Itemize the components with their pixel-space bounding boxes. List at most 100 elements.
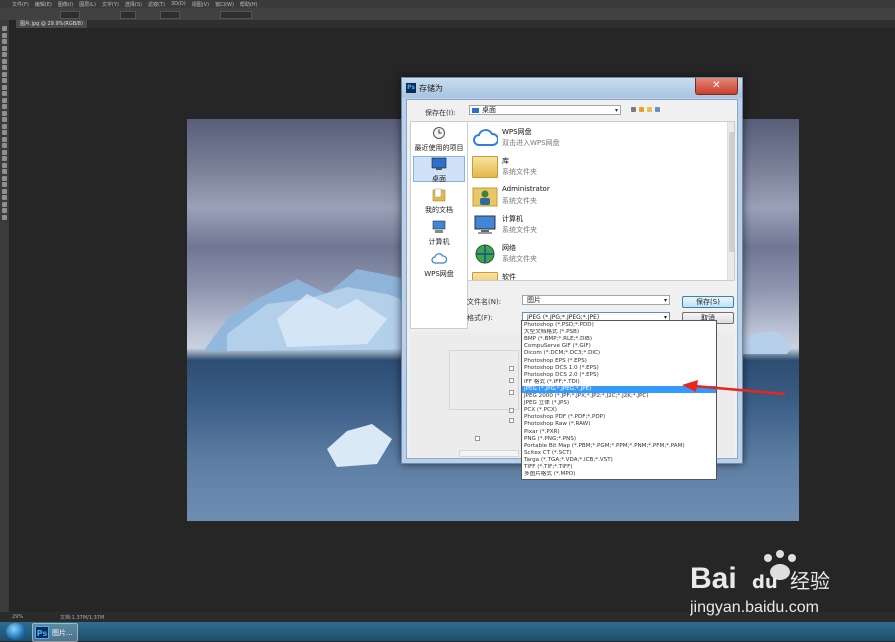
format-option[interactable]: Photoshop PDF (*.PDF;*.PDP) <box>522 414 716 421</box>
tool-icon[interactable] <box>2 78 7 83</box>
file-list[interactable]: WPS网盘 双击进入WPS网盘 库 系统文件夹 Administrator 系统… <box>467 121 735 281</box>
format-option[interactable]: Pixar (*.PXR) <box>522 429 716 436</box>
place-recent[interactable]: 最近使用的项目 <box>413 126 465 153</box>
save-in-combobox[interactable]: 桌面 ▾ <box>469 105 621 115</box>
menu-item[interactable]: 文件(F) <box>12 1 29 8</box>
place-documents[interactable]: 我的文档 <box>413 188 465 215</box>
tool-icon[interactable] <box>2 84 7 90</box>
format-option[interactable]: Portable Bit Map (*.PBM;*.PGM;*.PPM;*.PN… <box>522 443 716 450</box>
format-option[interactable]: BMP (*.BMP;*.RLE;*.DIB) <box>522 336 716 343</box>
tool-icon[interactable] <box>2 214 7 220</box>
tool-icon[interactable] <box>2 117 7 122</box>
menu-item[interactable]: 窗口(W) <box>215 1 234 8</box>
dialog-titlebar[interactable]: Ps 存储为 ✕ <box>402 78 742 98</box>
option-checkbox[interactable] <box>509 408 514 413</box>
tool-icon[interactable] <box>2 169 7 174</box>
close-button[interactable]: ✕ <box>695 78 738 95</box>
tool-icon[interactable] <box>2 58 7 64</box>
format-option[interactable]: CompuServe GIF (*.GIF) <box>522 343 716 350</box>
filename-input[interactable]: 图片 ▾ <box>522 295 670 305</box>
format-option[interactable]: Dicom (*.DCM;*.DC3;*.DIC) <box>522 350 716 357</box>
file-item[interactable]: 库 系统文件夹 <box>470 153 728 182</box>
tool-icon[interactable] <box>2 65 7 70</box>
option-field[interactable] <box>160 11 180 19</box>
view-menu-icon[interactable] <box>655 107 660 112</box>
tool-icon[interactable] <box>2 182 7 187</box>
option-checkbox[interactable] <box>509 366 514 371</box>
options-field[interactable] <box>459 450 519 457</box>
format-option[interactable]: PCX (*.PCX) <box>522 407 716 414</box>
format-dropdown-list[interactable]: Photoshop (*.PSD;*.PDD) 大型文档格式 (*.PSB) BMP… <box>521 320 717 480</box>
save-button[interactable]: 保存(S) <box>682 296 734 308</box>
format-option[interactable]: Photoshop EPS (*.EPS) <box>522 358 716 365</box>
format-option[interactable]: JPEG 立体 (*.JPS) <box>522 400 716 407</box>
format-option[interactable]: PNG (*.PNG;*.PNS) <box>522 436 716 443</box>
taskbar-photoshop-button[interactable]: Ps 图片... <box>32 623 78 642</box>
tool-icon[interactable] <box>2 136 7 142</box>
tool-icon[interactable] <box>2 71 7 77</box>
tool-icon[interactable] <box>2 201 7 207</box>
document-tab[interactable]: 图片.jpg @ 29.9%(RGB/8) <box>16 20 87 28</box>
tool-icon[interactable] <box>2 52 7 57</box>
option-field[interactable] <box>60 11 80 19</box>
back-icon[interactable] <box>631 107 636 112</box>
new-folder-icon[interactable] <box>647 107 652 112</box>
file-item[interactable]: 软件 <box>470 269 728 280</box>
tool-icon[interactable] <box>2 130 7 135</box>
tool-icon[interactable] <box>2 97 7 103</box>
tool-icon[interactable] <box>2 188 7 194</box>
option-checkbox[interactable] <box>475 436 480 441</box>
tool-icon[interactable] <box>2 175 7 181</box>
tool-icon[interactable] <box>2 143 7 148</box>
tool-icon[interactable] <box>2 26 7 31</box>
format-option[interactable]: Photoshop DCS 1.0 (*.EPS) <box>522 365 716 372</box>
zoom-level[interactable]: 29% <box>12 614 23 620</box>
menu-item[interactable]: 3D(D) <box>171 1 186 7</box>
start-button[interactable] <box>6 623 26 640</box>
scrollbar[interactable] <box>727 122 734 280</box>
option-checkbox[interactable] <box>509 390 514 395</box>
chevron-down-icon[interactable]: ▾ <box>664 296 667 305</box>
format-option[interactable]: Targa (*.TGA;*.VDA;*.ICB;*.VST) <box>522 457 716 464</box>
tool-icon[interactable] <box>2 45 7 51</box>
format-option[interactable]: Photoshop DCS 2.0 (*.EPS) <box>522 372 716 379</box>
up-folder-icon[interactable] <box>639 107 644 112</box>
tool-icon[interactable] <box>2 162 7 168</box>
tool-icon[interactable] <box>2 208 7 213</box>
format-option[interactable]: 多图片格式 (*.MPO) <box>522 471 716 478</box>
format-option[interactable]: Photoshop Raw (*.RAW) <box>522 421 716 428</box>
menu-item[interactable]: 图层(L) <box>79 1 96 8</box>
format-option[interactable]: TIFF (*.TIF;*.TIFF) <box>522 464 716 471</box>
tool-icon[interactable] <box>2 39 7 44</box>
file-item[interactable]: 网络 系统文件夹 <box>470 240 728 269</box>
tool-icon[interactable] <box>2 32 7 38</box>
format-option[interactable]: 大型文档格式 (*.PSB) <box>522 329 716 336</box>
file-item[interactable]: WPS网盘 双击进入WPS网盘 <box>470 124 728 153</box>
menu-item[interactable]: 滤镜(T) <box>148 1 165 8</box>
place-computer[interactable]: 计算机 <box>413 220 465 247</box>
option-checkbox[interactable] <box>509 378 514 383</box>
place-desktop[interactable]: 桌面 <box>413 156 465 183</box>
tool-icon[interactable] <box>2 195 7 200</box>
file-item[interactable]: 计算机 系统文件夹 <box>470 211 728 240</box>
tool-icon[interactable] <box>2 149 7 155</box>
option-checkbox[interactable] <box>509 418 514 423</box>
place-wps-cloud[interactable]: WPS网盘 <box>413 252 465 279</box>
option-field[interactable] <box>120 11 136 19</box>
menu-item[interactable]: 文字(Y) <box>102 1 119 8</box>
menu-item[interactable]: 帮助(H) <box>240 1 258 8</box>
menu-item[interactable]: 图像(I) <box>58 1 73 8</box>
tool-icon[interactable] <box>2 91 7 96</box>
menu-item[interactable]: 编辑(E) <box>35 1 52 8</box>
tool-icon[interactable] <box>2 104 7 109</box>
tool-icon[interactable] <box>2 156 7 161</box>
format-option[interactable]: Photoshop (*.PSD;*.PDD) <box>522 322 716 329</box>
file-item[interactable]: Administrator 系统文件夹 <box>470 182 728 211</box>
menu-item[interactable]: 视图(V) <box>192 1 209 8</box>
option-field[interactable] <box>220 11 252 19</box>
menu-item[interactable]: 选择(S) <box>125 1 142 8</box>
scrollbar-thumb[interactable] <box>729 132 734 252</box>
format-option[interactable]: Scitex CT (*.SCT) <box>522 450 716 457</box>
tool-icon[interactable] <box>2 110 7 116</box>
tool-icon[interactable] <box>2 123 7 129</box>
